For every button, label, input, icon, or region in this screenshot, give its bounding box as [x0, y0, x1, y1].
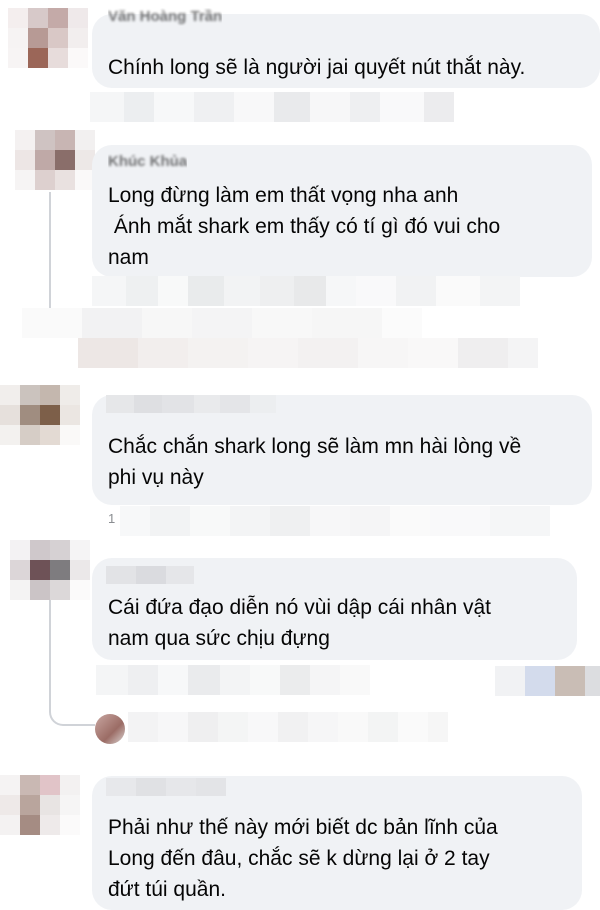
comment-bubble[interactable]: Cái đứa đạo diễn nó vùi dập cái nhân vật… — [92, 558, 577, 660]
comment-bubble[interactable]: Phải như thế này mới biết dc bản lĩnh củ… — [92, 776, 582, 910]
comment-actions[interactable] — [96, 665, 370, 695]
comment-author[interactable]: Văn Hoàng Trần — [108, 8, 222, 26]
reply-preview[interactable] — [22, 308, 422, 338]
comment-text: Long đừng làm em thất vọng nha anh Ánh m… — [108, 184, 501, 269]
reply-preview[interactable] — [128, 712, 448, 742]
comment-bubble[interactable]: Khúc Khủa Long đừng làm em thất vọng nha… — [92, 145, 592, 277]
avatar[interactable] — [0, 775, 80, 835]
reply-avatar[interactable] — [95, 714, 125, 744]
comment-bubble[interactable]: Văn Hoàng Trần Chính long sẽ là người ja… — [92, 8, 600, 88]
thread-line — [49, 600, 95, 726]
comment-text: Chắc chắn shark long sẽ làm mn hài lòng … — [108, 435, 522, 489]
avatar[interactable] — [8, 8, 88, 68]
reaction-summary[interactable] — [495, 666, 600, 696]
comment-text: Chính long sẽ là người jai quyết nút thắ… — [108, 56, 526, 79]
comment-actions[interactable] — [120, 506, 550, 536]
comment-bubble[interactable]: Chắc chắn shark long sẽ làm mn hài lòng … — [92, 395, 592, 505]
reply-preview-detail[interactable] — [78, 338, 538, 368]
like-count: 1 — [108, 511, 116, 526]
comment-text: Phải như thế này mới biết dc bản lĩnh củ… — [108, 816, 498, 901]
avatar[interactable] — [0, 385, 80, 445]
comment-author[interactable]: Khúc Khủa — [108, 153, 187, 171]
comment-text: Cái đứa đạo diễn nó vùi dập cái nhân vật… — [108, 596, 491, 650]
comment-author[interactable] — [106, 566, 194, 584]
comment-author[interactable] — [106, 778, 226, 796]
comment-actions[interactable] — [90, 92, 454, 122]
thread-line — [49, 192, 51, 308]
avatar[interactable] — [15, 130, 95, 190]
avatar[interactable] — [10, 540, 90, 600]
comment-actions[interactable] — [92, 276, 520, 306]
comment-author[interactable] — [106, 395, 276, 413]
